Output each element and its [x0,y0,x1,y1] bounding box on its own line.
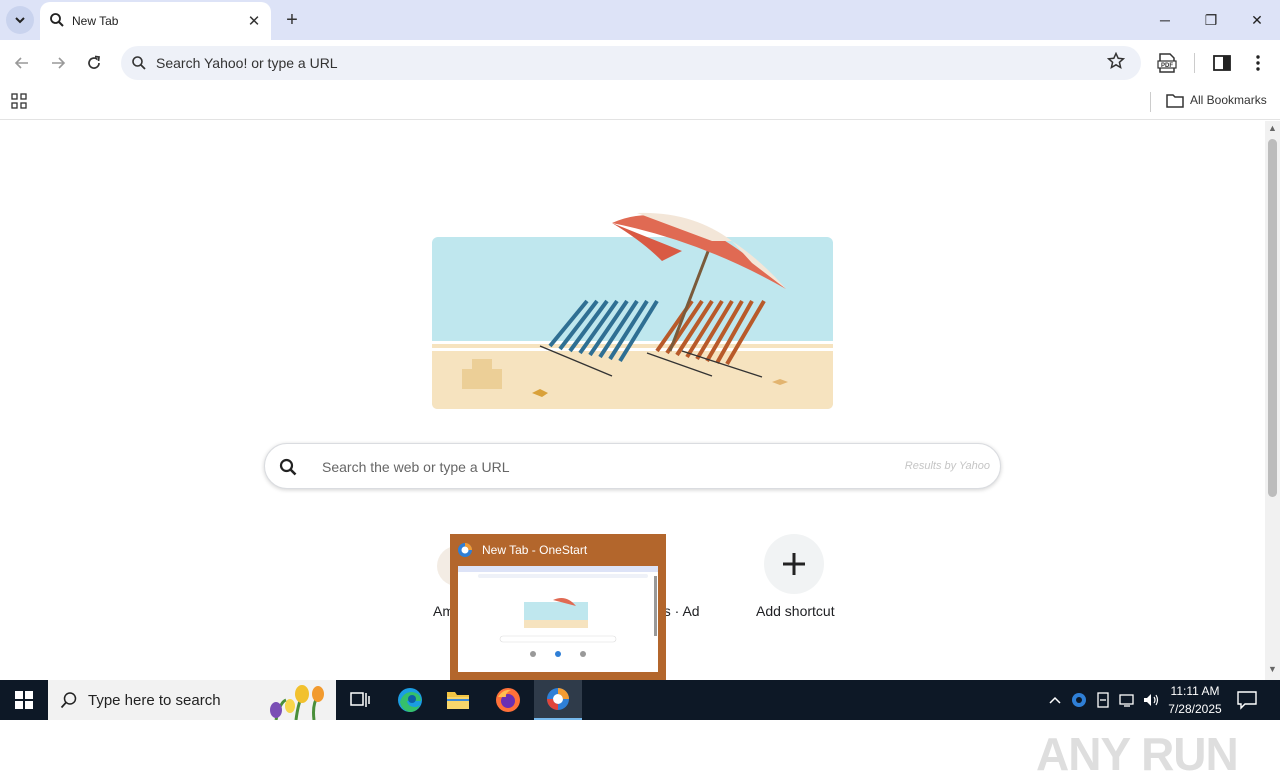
reload-button[interactable] [79,48,109,78]
beach-illustration [432,212,833,409]
minimize-button[interactable]: ─ [1142,0,1188,40]
arrow-left-icon [14,57,28,69]
tab-new-tab[interactable]: New Tab ✕ [40,2,271,40]
scroll-down-icon[interactable]: ▼ [1268,664,1277,674]
search-icon [60,692,77,709]
more-vertical-icon [1256,55,1260,71]
start-button[interactable] [0,680,48,720]
scroll-up-icon[interactable]: ▲ [1268,123,1277,133]
preview-page-image [458,566,658,657]
taskbar-firefox[interactable] [484,680,532,720]
task-view-icon [350,692,370,707]
new-tab-button[interactable]: + [280,8,304,32]
toolbar: Search Yahoo! or type a URL PDF [0,40,1280,86]
chevron-down-icon [15,17,25,24]
all-bookmarks-button[interactable]: All Bookmarks [1190,93,1267,107]
network-icon[interactable] [1117,690,1137,710]
taskbar-onestart[interactable] [534,680,582,720]
pdf-icon: PDF [1157,53,1177,73]
scroll-thumb[interactable] [1268,139,1277,497]
menu-button[interactable] [1248,53,1268,73]
svg-text:PDF: PDF [1161,63,1173,69]
side-panel-button[interactable] [1212,53,1232,73]
onestart-tray-icon[interactable] [1069,690,1089,710]
taskbar-search-box[interactable]: Type here to search [48,680,336,720]
taskbar-search-placeholder: Type here to search [88,692,221,709]
onestart-logo-icon [458,543,472,557]
device-tray-icon[interactable] [1093,690,1113,710]
show-hidden-icons-icon[interactable] [1045,690,1065,710]
search-icon [279,458,297,476]
tab-search-button[interactable] [6,6,34,34]
bookmarks-divider [1150,92,1151,112]
apps-grid-icon[interactable] [11,93,27,109]
side-panel-icon [1213,55,1231,71]
onestart-logo-icon [547,688,569,710]
search-icon [132,56,146,70]
toolbar-divider [1194,53,1195,73]
page-search-box[interactable]: Search the web or type a URL Results by … [264,443,1001,489]
pdf-extension-button[interactable]: PDF [1156,52,1178,74]
arrow-right-icon [52,57,66,69]
close-window-button[interactable]: ✕ [1234,0,1280,40]
search-icon [50,13,64,27]
bookmarks-bar: All Bookmarks [0,86,1280,120]
flowers-icon [270,685,324,720]
search-provider-note: Results by Yahoo [904,460,990,472]
tab-strip: New Tab ✕ + ─ ❐ ✕ [0,0,1280,40]
firefox-icon [496,688,520,712]
back-button[interactable] [7,48,37,78]
task-view-button[interactable] [336,680,384,720]
bookmark-star-icon[interactable] [1107,52,1125,70]
add-shortcut-button[interactable] [764,534,824,594]
restore-button[interactable]: ❐ [1188,0,1234,40]
scrollbar[interactable]: ▲ ▼ [1265,121,1280,680]
anyrun-watermark: ANY RUN [1036,728,1239,780]
folder-icon[interactable] [1166,93,1184,109]
taskbar-window-preview[interactable]: New Tab - OneStart [450,534,666,680]
add-shortcut-label[interactable]: Add shortcut [756,603,835,619]
notification-center-icon[interactable] [1236,690,1258,710]
volume-icon[interactable] [1141,690,1161,710]
taskbar-edge[interactable] [386,680,434,720]
page-search-placeholder: Search the web or type a URL [322,459,510,475]
taskbar-file-explorer[interactable] [434,680,482,720]
plus-icon [783,553,805,575]
windows-taskbar: Type here to search 11:11 AM 7/28/2025 [0,680,1280,720]
edge-icon [398,688,422,712]
address-bar[interactable]: Search Yahoo! or type a URL [121,46,1141,80]
clock-date[interactable]: 7/28/2025 [1166,702,1224,716]
preview-title: New Tab - OneStart [482,543,588,557]
forward-button[interactable] [43,48,73,78]
windows-logo-icon [15,691,33,709]
preview-thumbnail [458,566,658,672]
tab-title: New Tab [72,14,119,28]
folder-icon [447,692,469,709]
reload-icon [88,55,100,69]
address-bar-placeholder: Search Yahoo! or type a URL [156,55,338,71]
clock-time[interactable]: 11:11 AM [1168,684,1222,698]
close-tab-icon[interactable]: ✕ [244,11,264,31]
